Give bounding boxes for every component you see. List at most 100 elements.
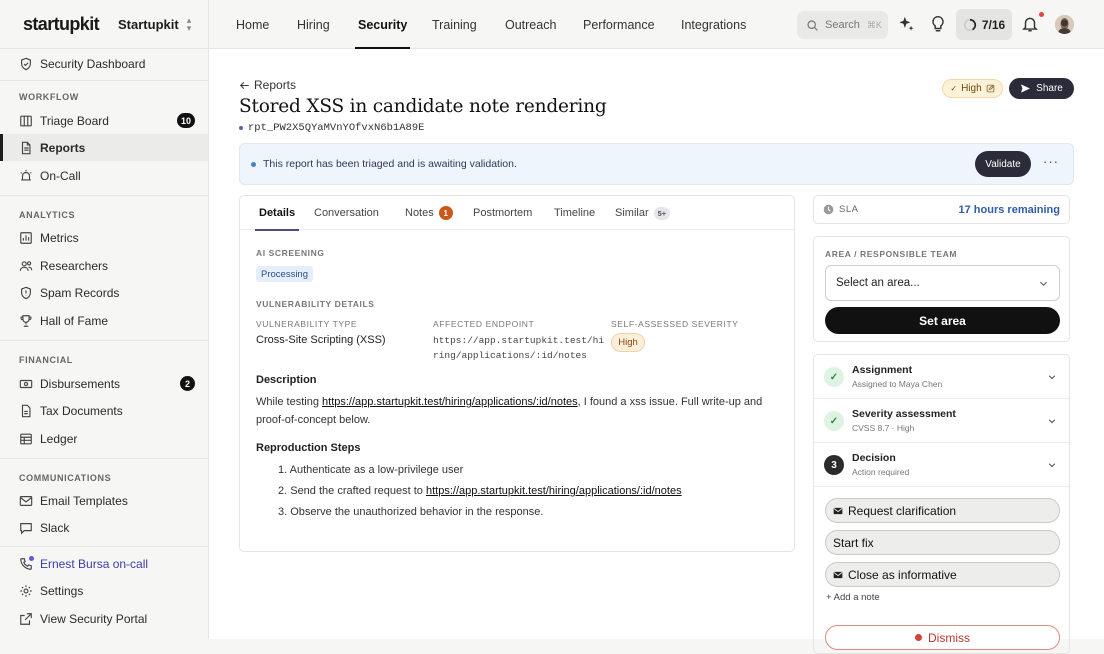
sidebar-item-label: View Security Portal — [40, 611, 148, 626]
button-label: Close as informative — [848, 567, 957, 582]
step-severity-assessment[interactable]: ✓ Severity assessment CVSS 8.7 · High — [814, 399, 1069, 443]
tab-security[interactable]: Security — [354, 0, 411, 49]
severity-pill-label: High — [961, 83, 982, 94]
chevron-down-icon — [1048, 419, 1056, 424]
similar-count-badge: 5+ — [653, 206, 671, 220]
start-fix-button[interactable]: Start fix — [825, 530, 1060, 555]
sidebar-item-reports[interactable]: Reports — [0, 134, 208, 161]
reproduction-steps-heading: Reproduction Steps — [256, 442, 361, 454]
sidebar-item-settings[interactable]: Settings — [0, 577, 208, 604]
sla-remaining: 17 hours remaining — [958, 203, 1060, 216]
step-decision[interactable]: 3 Decision Action required — [814, 443, 1069, 487]
chevron-down-icon — [1040, 281, 1047, 286]
check-icon: ✓ — [950, 84, 958, 93]
validate-button[interactable]: Validate — [975, 151, 1031, 177]
sidebar-item-ledger[interactable]: Ledger — [0, 425, 208, 452]
progress-indicator[interactable]: 7/16 — [956, 9, 1012, 40]
sidebar-item-triage-board[interactable]: Triage Board 10 — [0, 107, 208, 134]
sidebar-item-slack[interactable]: Slack — [0, 514, 208, 541]
dismiss-button[interactable]: Dismiss — [825, 625, 1060, 650]
endpoint-link[interactable]: https://app.startupkit.test/hiring/appli… — [426, 485, 682, 497]
send-icon — [1021, 84, 1031, 93]
tab-timeline[interactable]: Timeline — [554, 196, 595, 230]
sla-label: SLA — [839, 204, 859, 215]
search-icon — [807, 19, 818, 31]
search-input[interactable]: Search ⌘K — [797, 11, 888, 39]
endpoint-line: https://app.startupkit.test/hi — [433, 335, 605, 346]
tab-home[interactable]: Home — [236, 0, 269, 49]
request-clarification-button[interactable]: Request clarification — [825, 498, 1060, 523]
sidebar-item-email-templates[interactable]: Email Templates — [0, 487, 208, 514]
sidebar-item-label: Triage Board — [40, 113, 109, 128]
tab-similar-label: Similar — [615, 207, 649, 219]
vulnerability-type-label: VULNERABILITY TYPE — [256, 319, 358, 329]
sla-card: SLA 17 hours remaining — [813, 195, 1070, 224]
severity-pill[interactable]: ✓ High — [942, 79, 1003, 98]
sidebar-item-tax-documents[interactable]: Tax Documents — [0, 397, 208, 424]
set-area-button[interactable]: Set area — [825, 307, 1060, 334]
users-icon — [19, 260, 33, 271]
columns-icon — [20, 115, 32, 126]
notification-dot — [1039, 12, 1044, 17]
divider — [0, 546, 208, 547]
page-title: Stored XSS in candidate note rendering — [239, 96, 607, 117]
org-switcher-label[interactable]: Startupkit — [118, 17, 179, 32]
tab-details[interactable]: Details — [254, 196, 300, 231]
sparkles-icon[interactable] — [897, 15, 915, 33]
search-placeholder: Search — [825, 19, 860, 31]
brand-logo[interactable]: startupkit — [23, 14, 100, 35]
sidebar-item-metrics[interactable]: Metrics — [0, 224, 208, 251]
share-button[interactable]: Share — [1009, 78, 1074, 99]
bell-icon[interactable] — [1021, 15, 1039, 33]
details-card: Details Conversation Notes 1 Postmortem … — [239, 195, 795, 552]
tab-similar[interactable]: Similar 5+ — [615, 196, 671, 230]
affected-endpoint-value: https://app.startupkit.test/hi ring/appl… — [433, 333, 604, 363]
sidebar-item-label: Disbursements — [40, 376, 121, 391]
sidebar-item-on-call-user[interactable]: Ernest Bursa on-call — [0, 550, 208, 577]
repro-step: 2. Send the crafted request to https://a… — [278, 485, 682, 497]
sidebar-item-disbursements[interactable]: Disbursements 2 — [0, 370, 208, 397]
siren-icon — [20, 169, 32, 181]
step-assignment[interactable]: ✓ Assignment Assigned to Maya Chen — [814, 355, 1069, 399]
ai-screening-label: AI SCREENING — [256, 248, 325, 258]
back-link-label: Reports — [254, 78, 297, 92]
sidebar-item-label: Tax Documents — [40, 403, 123, 418]
status-dot — [29, 556, 34, 561]
tab-notes[interactable]: Notes 1 — [405, 196, 453, 230]
more-options-icon[interactable]: ··· — [1043, 155, 1059, 168]
lightbulb-icon[interactable] — [929, 15, 947, 33]
sidebar-item-label: Metrics — [40, 230, 79, 245]
sidebar-item-label: On-Call — [40, 168, 81, 183]
step-title: Severity assessment — [852, 408, 956, 420]
tab-outreach[interactable]: Outreach — [505, 0, 556, 49]
step-title: Assignment — [852, 364, 913, 376]
tab-performance[interactable]: Performance — [583, 0, 655, 49]
tab-postmortem[interactable]: Postmortem — [473, 196, 532, 230]
sidebar-item-researchers[interactable]: Researchers — [0, 252, 208, 279]
tab-integrations[interactable]: Integrations — [681, 0, 746, 49]
sidebar-item-security-dashboard[interactable]: Security Dashboard — [0, 50, 208, 77]
sidebar-item-on-call[interactable]: On-Call — [0, 162, 208, 189]
area-select[interactable]: Select an area... — [825, 265, 1060, 301]
workflow-steps-card: ✓ Assignment Assigned to Maya Chen ✓ Sev… — [813, 354, 1070, 654]
back-link[interactable]: Reports — [239, 78, 296, 92]
sidebar-item-hall-of-fame[interactable]: Hall of Fame — [0, 307, 208, 334]
tab-hiring[interactable]: Hiring — [297, 0, 330, 49]
search-shortcut: ⌘K — [866, 19, 882, 30]
external-link-icon — [20, 612, 32, 625]
close-as-informative-button[interactable]: Close as informative — [825, 562, 1060, 587]
add-note-link[interactable]: + Add a note — [826, 592, 880, 603]
status-dot — [239, 126, 243, 130]
description-pre: While testing — [256, 396, 323, 408]
report-id-text: rpt_PW2X5QYaMVnYOfvxN6b1A89E — [248, 122, 425, 134]
tab-conversation[interactable]: Conversation — [314, 196, 379, 230]
avatar[interactable] — [1055, 15, 1074, 34]
tab-training[interactable]: Training — [432, 0, 477, 49]
description-text: While testing https://app.startupkit.tes… — [256, 393, 786, 429]
sidebar-item-spam-records[interactable]: Spam Records — [0, 279, 208, 306]
sidebar-item-view-security-portal[interactable]: View Security Portal — [0, 605, 208, 632]
report-id: rpt_PW2X5QYaMVnYOfvxN6b1A89E — [239, 122, 424, 134]
processing-badge: Processing — [256, 266, 313, 282]
chevron-updown-icon[interactable]: ▴ ▾ — [187, 16, 192, 33]
endpoint-link[interactable]: https://app.startupkit.test/hiring/appli… — [322, 396, 578, 408]
